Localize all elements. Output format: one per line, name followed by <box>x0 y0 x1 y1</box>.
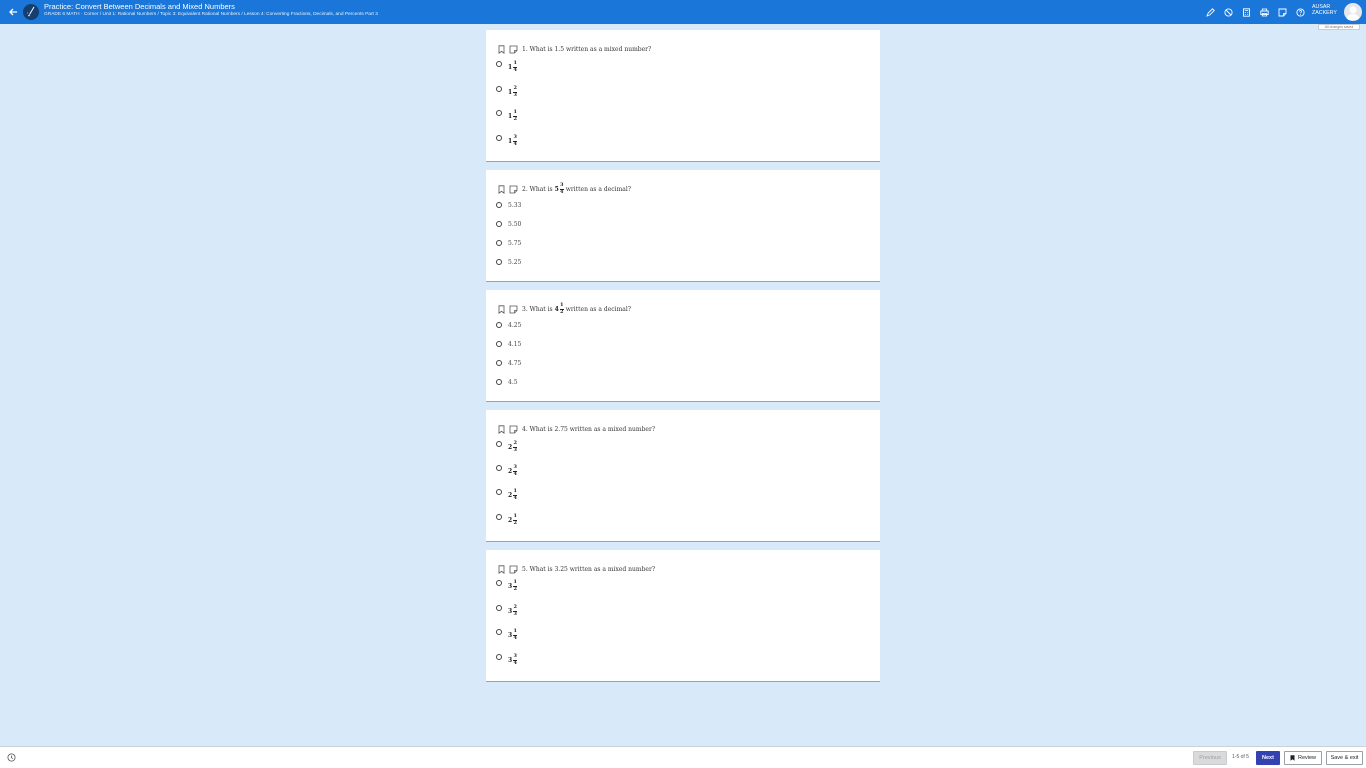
question-text: 4. What is 2.75 written as a mixed numbe… <box>522 425 656 433</box>
mixed-number: 334 <box>508 653 518 666</box>
answer-option[interactable]: 4.75 <box>496 355 521 371</box>
note-icon[interactable] <box>509 305 518 314</box>
no-symbol-icon[interactable] <box>1222 6 1234 18</box>
answer-option[interactable]: 212 <box>496 512 518 528</box>
note-icon[interactable] <box>509 45 518 54</box>
user-name[interactable]: AUSAR ZACKERY <box>1312 4 1337 16</box>
mixed-number: 112 <box>508 109 518 122</box>
radio-button[interactable] <box>496 240 502 246</box>
save-exit-button[interactable]: Save & exit <box>1326 751 1363 765</box>
question-card: 4. What is 2.75 written as a mixed numbe… <box>486 410 880 542</box>
answer-option[interactable]: 234 <box>496 463 518 479</box>
answer-option[interactable]: 4.5 <box>496 374 518 390</box>
mixed-number: 412 <box>554 302 564 315</box>
toolbar <box>1204 6 1306 18</box>
radio-button[interactable] <box>496 221 502 227</box>
mixed-number: 134 <box>508 134 518 147</box>
radio-button[interactable] <box>496 341 502 347</box>
mixed-number: 323 <box>508 604 518 617</box>
radio-button[interactable] <box>496 360 502 366</box>
answer-option[interactable]: 114 <box>496 59 518 75</box>
previous-button[interactable]: Previous <box>1193 751 1227 765</box>
breadcrumb: GRADE 6 MATH · Corner / Unit 1: Rational… <box>44 11 378 17</box>
pencil-icon[interactable] <box>1204 6 1216 18</box>
bookmark-icon[interactable] <box>497 184 506 194</box>
bookmark-icon[interactable] <box>497 304 506 314</box>
radio-button[interactable] <box>496 653 502 660</box>
question-text: 2. What is 5 3 4 written as a decimal? <box>522 182 631 195</box>
answer-option[interactable]: 223 <box>496 439 518 455</box>
radio-button[interactable] <box>496 604 502 611</box>
radio-button[interactable] <box>496 488 502 495</box>
answer-option[interactable]: 5.50 <box>496 216 521 232</box>
next-button[interactable]: Next <box>1256 751 1280 765</box>
mixed-number: 123 <box>508 85 518 98</box>
mixed-number: 314 <box>508 628 518 641</box>
question-card: 1. What is 1.5 written as a mixed number… <box>486 30 880 162</box>
notepad-icon[interactable] <box>1276 6 1288 18</box>
printer-icon[interactable] <box>1258 6 1270 18</box>
question-card: 2. What is 5 3 4 written as a decimal? 5.33 … <box>486 170 880 282</box>
answer-option[interactable]: 314 <box>496 627 518 643</box>
clock-icon[interactable] <box>7 753 16 762</box>
answer-option[interactable]: 5.75 <box>496 235 521 251</box>
bookmark-icon[interactable] <box>497 564 506 574</box>
mixed-number: 223 <box>508 440 518 453</box>
question-text: 1. What is 1.5 written as a mixed number… <box>522 45 652 53</box>
avatar[interactable] <box>1344 3 1362 21</box>
mixed-number: 234 <box>508 464 518 477</box>
bookmark-icon[interactable] <box>497 44 506 54</box>
answer-option[interactable]: 112 <box>496 108 518 124</box>
answer-option[interactable]: 312 <box>496 578 518 594</box>
radio-button[interactable] <box>496 379 502 385</box>
note-icon[interactable] <box>509 185 518 194</box>
radio-button[interactable] <box>496 513 502 520</box>
radio-button[interactable] <box>496 464 502 471</box>
radio-button[interactable] <box>496 628 502 635</box>
answer-option[interactable]: 334 <box>496 652 518 668</box>
radio-button[interactable] <box>496 134 502 141</box>
question-text: 3. What is 4 1 2 written as a decimal? <box>522 302 631 315</box>
question-card: 5. What is 3.25 written as a mixed numbe… <box>486 550 880 682</box>
radio-button[interactable] <box>496 322 502 328</box>
page-count: 1-5 of 5 <box>1232 754 1249 760</box>
answer-option[interactable]: 214 <box>496 487 518 503</box>
question-card: 3. What is 4 1 2 written as a decimal? 4.25 … <box>486 290 880 402</box>
mixed-number: 212 <box>508 513 518 526</box>
answer-option[interactable]: 123 <box>496 84 518 100</box>
page-title: Practice: Convert Between Decimals and M… <box>44 2 235 11</box>
mixed-number: 114 <box>508 60 518 73</box>
review-button[interactable]: Review <box>1284 751 1322 765</box>
radio-button[interactable] <box>496 60 502 67</box>
note-icon[interactable] <box>509 565 518 574</box>
answer-option[interactable]: 5.25 <box>496 254 521 270</box>
bookmark-icon <box>1290 755 1295 761</box>
mixed-number: 214 <box>508 488 518 501</box>
radio-button[interactable] <box>496 579 502 586</box>
radio-button[interactable] <box>496 259 502 265</box>
bookmark-icon[interactable] <box>497 424 506 434</box>
note-icon[interactable] <box>509 425 518 434</box>
app-logo <box>23 4 39 20</box>
radio-button[interactable] <box>496 109 502 116</box>
back-arrow-icon[interactable] <box>7 6 19 18</box>
calculator-icon[interactable] <box>1240 6 1252 18</box>
radio-button[interactable] <box>496 202 502 208</box>
mixed-number: 534 <box>554 182 564 195</box>
save-status: All changes saved <box>1318 24 1360 30</box>
radio-button[interactable] <box>496 85 502 92</box>
answer-option[interactable]: 134 <box>496 133 518 149</box>
answer-option[interactable]: 4.15 <box>496 336 521 352</box>
radio-button[interactable] <box>496 440 502 447</box>
bottom-bar: Previous 1-5 of 5 Next Review Save & exi… <box>0 746 1366 768</box>
top-bar: Practice: Convert Between Decimals and M… <box>0 0 1366 24</box>
help-icon[interactable] <box>1294 6 1306 18</box>
question-text: 5. What is 3.25 written as a mixed numbe… <box>522 565 656 573</box>
mixed-number: 312 <box>508 579 518 592</box>
answer-option[interactable]: 5.33 <box>496 197 521 213</box>
answer-option[interactable]: 4.25 <box>496 317 521 333</box>
answer-option[interactable]: 323 <box>496 603 518 619</box>
